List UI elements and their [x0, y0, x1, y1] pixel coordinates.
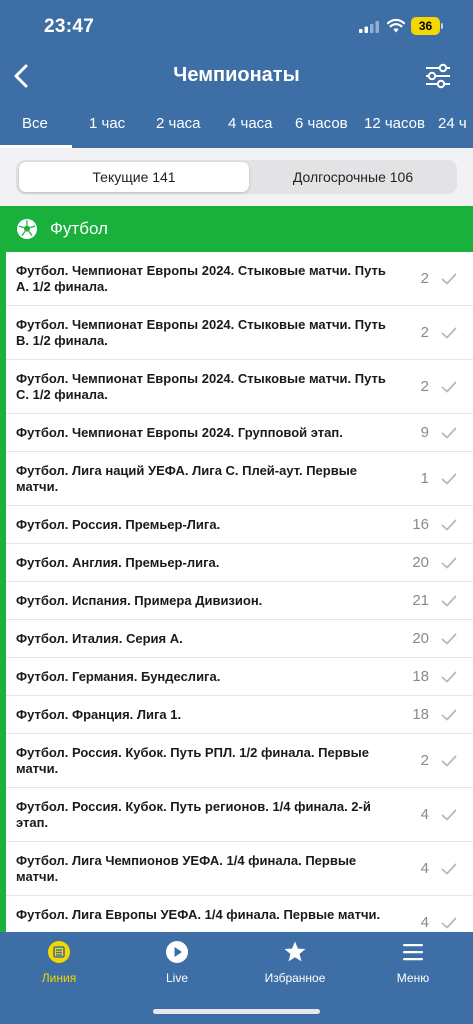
cellular-signal-icon [359, 21, 379, 33]
championship-row[interactable]: Футбол. Чемпионат Европы 2024. Групповой… [6, 414, 473, 452]
championship-row[interactable]: Футбол. Германия. Бундеслига. 18 [6, 658, 473, 696]
championship-title: Футбол. Лига Чемпионов УЕФА. 1/4 финала.… [16, 853, 357, 884]
tab-12-hours[interactable]: 12 часов [364, 115, 425, 132]
checkmark-icon[interactable] [441, 327, 457, 339]
time-filter-tabs: Все 1 час 2 часа 4 часа 6 часов 12 часов… [0, 104, 473, 148]
championship-title: Футбол. Италия. Серия А. [16, 631, 183, 646]
championship-row[interactable]: Футбол. Лига Чемпионов УЕФА. 1/4 финала.… [6, 842, 473, 896]
checkmark-icon[interactable] [441, 427, 457, 439]
checkmark-icon[interactable] [441, 671, 457, 683]
championship-title: Футбол. Чемпионат Европы 2024. Стыковые … [16, 317, 386, 348]
checkmark-icon[interactable] [441, 755, 457, 767]
sport-name: Футбол [50, 219, 108, 238]
championship-title: Футбол. Россия. Кубок. Путь регионов. 1/… [16, 799, 371, 830]
navigation-bar: Чемпионаты [0, 50, 473, 102]
championship-title: Футбол. Лига Европы УЕФА. 1/4 финала. Пе… [16, 907, 381, 922]
line-icon [48, 941, 70, 963]
checkmark-icon[interactable] [441, 519, 457, 531]
tab-live[interactable]: Live [127, 940, 227, 996]
championship-row[interactable]: Футбол. Испания. Примера Дивизион. 21 [6, 582, 473, 620]
tab-all[interactable]: Все [22, 115, 48, 132]
filter-sliders-icon[interactable] [424, 63, 452, 89]
championship-title: Футбол. Испания. Примера Дивизион. [16, 593, 263, 608]
championship-row[interactable]: Футбол. Россия. Премьер-Лига. 16 [6, 506, 473, 544]
star-icon [284, 941, 306, 962]
segment-container: Текущие 141 Долгосрочные 106 [0, 148, 473, 206]
championship-title: Футбол. Англия. Премьер-лига. [16, 555, 220, 570]
event-count: 21 [412, 592, 429, 609]
event-count: 2 [420, 752, 429, 769]
tab-4-hours[interactable]: 4 часа [228, 115, 273, 132]
tab-2-hours[interactable]: 2 часа [156, 115, 201, 132]
status-bar: 23:47 36 [0, 0, 473, 50]
checkmark-icon[interactable] [441, 473, 457, 485]
tab-menu[interactable]: Меню [363, 940, 463, 996]
tab-6-hours[interactable]: 6 часов [295, 115, 348, 132]
event-count: 9 [420, 424, 429, 441]
checkmark-icon[interactable] [441, 917, 457, 929]
tab-line-label: Линия [41, 971, 77, 985]
segment-long-term[interactable]: Долгосрочные 106 [252, 162, 454, 192]
event-count: 4 [420, 806, 429, 823]
championship-row[interactable]: Футбол. Россия. Кубок. Путь регионов. 1/… [6, 788, 473, 842]
battery-tip [441, 23, 443, 29]
championship-row[interactable]: Футбол. Италия. Серия А. 20 [6, 620, 473, 658]
championship-title: Футбол. Россия. Премьер-Лига. [16, 517, 221, 532]
soccer-ball-icon [17, 219, 37, 239]
checkmark-icon[interactable] [441, 709, 457, 721]
checkmark-icon[interactable] [441, 381, 457, 393]
championship-row[interactable]: Футбол. Чемпионат Европы 2024. Стыковые … [6, 306, 473, 360]
battery-level: 36 [411, 17, 440, 35]
wifi-icon [387, 18, 405, 33]
event-count: 4 [420, 914, 429, 931]
championship-row[interactable]: Футбол. Франция. Лига 1. 18 [6, 696, 473, 734]
tab-menu-label: Меню [396, 971, 430, 985]
championship-list: Футбол. Чемпионат Европы 2024. Стыковые … [0, 252, 473, 932]
championship-title: Футбол. Чемпионат Европы 2024. Групповой… [16, 425, 343, 440]
sport-header[interactable]: Футбол [0, 206, 473, 252]
tab-1-hour[interactable]: 1 час [89, 115, 125, 132]
event-count: 4 [420, 860, 429, 877]
championship-title: Футбол. Лига наций УЕФА. Лига C. Плей-ау… [16, 463, 358, 494]
event-count: 16 [412, 516, 429, 533]
event-count: 1 [420, 470, 429, 487]
championship-title: Футбол. Чемпионат Европы 2024. Стыковые … [16, 263, 386, 294]
top-header: 23:47 36 Чемпионаты Все 1 час 2 часа 4 ч… [0, 0, 473, 148]
page-title: Чемпионаты [173, 64, 300, 86]
checkmark-icon[interactable] [441, 633, 457, 645]
event-count: 18 [412, 668, 429, 685]
segment-current[interactable]: Текущие 141 [19, 162, 249, 192]
checkmark-icon[interactable] [441, 557, 457, 569]
tab-live-label: Live [165, 971, 188, 985]
championship-title: Футбол. Франция. Лига 1. [16, 707, 182, 722]
checkmark-icon[interactable] [441, 863, 457, 875]
segmented-control: Текущие 141 Долгосрочные 106 [16, 160, 457, 194]
championship-row[interactable]: Футбол. Россия. Кубок. Путь РПЛ. 1/2 фин… [6, 734, 473, 788]
event-count: 20 [412, 554, 429, 571]
checkmark-icon[interactable] [441, 595, 457, 607]
event-count: 2 [420, 378, 429, 395]
checkmark-icon[interactable] [441, 273, 457, 285]
menu-icon [403, 944, 423, 961]
championship-row[interactable]: Футбол. Лига Европы УЕФА. 1/4 финала. Пе… [6, 896, 473, 932]
home-indicator [153, 1009, 320, 1014]
live-play-icon [166, 941, 188, 963]
status-time: 23:47 [44, 16, 95, 37]
event-count: 20 [412, 630, 429, 647]
championship-row[interactable]: Футбол. Англия. Премьер-лига. 20 [6, 544, 473, 582]
event-count: 2 [420, 270, 429, 287]
championship-row[interactable]: Футбол. Лига наций УЕФА. Лига C. Плей-ау… [6, 452, 473, 506]
championship-row[interactable]: Футбол. Чемпионат Европы 2024. Стыковые … [6, 252, 473, 306]
event-count: 2 [420, 324, 429, 341]
tab-line[interactable]: Линия [9, 940, 109, 996]
championship-title: Футбол. Германия. Бундеслига. [16, 669, 221, 684]
tab-24-hours[interactable]: 24 ч [438, 115, 467, 132]
championship-title: Футбол. Россия. Кубок. Путь РПЛ. 1/2 фин… [16, 745, 369, 776]
checkmark-icon[interactable] [441, 809, 457, 821]
tab-favorites[interactable]: Избранное [245, 940, 345, 996]
event-count: 18 [412, 706, 429, 723]
tab-favorites-label: Избранное [264, 971, 326, 985]
championship-row[interactable]: Футбол. Чемпионат Европы 2024. Стыковые … [6, 360, 473, 414]
championship-title: Футбол. Чемпионат Европы 2024. Стыковые … [16, 371, 386, 402]
